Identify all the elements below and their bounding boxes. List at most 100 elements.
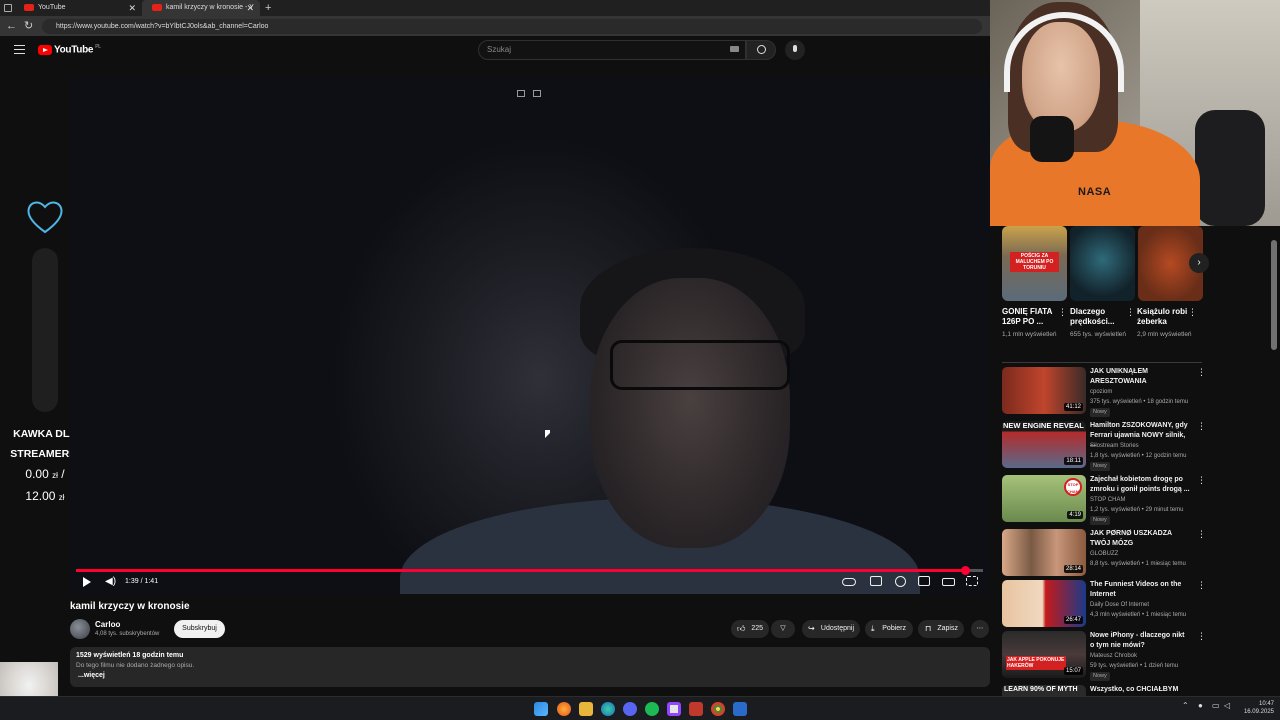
settings-gear-icon[interactable] (895, 576, 906, 587)
video-title[interactable]: Zajechał kobietom drogę po zmroku i goni… (1090, 475, 1190, 494)
donation-progress-bar (32, 248, 58, 412)
list-item[interactable]: LEARN 90% OF MYTH Wszystko, co CHCIAŁBYM (1002, 685, 1202, 696)
chrome-icon[interactable] (711, 702, 725, 716)
list-item[interactable]: NEW ENGINE REVEAL 18:11 Hamilton ZSZOKOW… (1002, 421, 1206, 471)
short-title[interactable]: Dlaczego prędkości... (1070, 307, 1128, 327)
tab-video[interactable]: kamil krzyczy w kronosie - Y ✕ (142, 0, 260, 16)
mic-tray-icon[interactable]: ● (1198, 701, 1203, 710)
video-thumbnail[interactable]: LEARN 90% OF MYTH (1002, 685, 1086, 696)
video-thumbnail[interactable]: 28:14 (1002, 529, 1086, 576)
chevron-right-icon[interactable]: › (1189, 253, 1209, 273)
subscribe-button[interactable]: Subskrybuj (174, 620, 225, 638)
app-icon[interactable] (689, 702, 703, 716)
show-more-link[interactable]: ...więcej (78, 672, 105, 679)
list-item[interactable]: STOP CHAM 4:19 Zajechał kobietom drogę p… (1002, 475, 1206, 525)
youtube-logo-icon[interactable] (38, 45, 52, 55)
video-title[interactable]: JAK PØRNØ USZKADZA TWÓJ MÓZG (1090, 529, 1190, 548)
play-icon[interactable] (83, 577, 91, 587)
more-vert-icon[interactable]: ⋮ (1058, 307, 1067, 318)
start-icon[interactable] (534, 702, 548, 716)
list-item[interactable]: JAK APPLE POKONUJE HAKERÓW 15:07 Nowe iP… (1002, 631, 1206, 681)
screenshot-icon[interactable] (533, 90, 541, 97)
video-title[interactable]: JAK UNIKNĄŁEM ARESZTOWANIA (1090, 367, 1190, 386)
steam-icon[interactable] (733, 702, 747, 716)
list-item[interactable]: 28:14 JAK PØRNØ USZKADZA TWÓJ MÓZG GLOBU… (1002, 529, 1206, 579)
video-thumbnail[interactable]: 26:47 (1002, 580, 1086, 627)
scrollbar-thumb[interactable] (1271, 240, 1277, 350)
bookmark-icon: ⊓ (925, 624, 932, 633)
file-explorer-icon[interactable] (579, 702, 593, 716)
discord-icon[interactable] (623, 702, 637, 716)
scrollbar[interactable] (1271, 228, 1277, 688)
volume-icon[interactable]: ◀) (105, 577, 116, 587)
theater-mode-icon[interactable] (942, 578, 955, 586)
new-tab-button[interactable]: + (265, 0, 271, 16)
channel-avatar[interactable] (70, 619, 90, 639)
back-icon[interactable]: ← (6, 19, 17, 33)
more-vert-icon[interactable]: ⋮ (1197, 529, 1206, 540)
duration-badge: 18:11 (1064, 457, 1083, 465)
video-progress-bar[interactable] (76, 566, 983, 575)
more-vert-icon[interactable]: ⋮ (1197, 580, 1206, 591)
more-vert-icon[interactable]: ⋮ (1197, 421, 1206, 432)
obs-icon[interactable] (667, 702, 681, 716)
menu-icon[interactable] (14, 45, 25, 54)
video-thumbnail[interactable]: JAK APPLE POKONUJE HAKERÓW 15:07 (1002, 631, 1086, 678)
more-vert-icon[interactable]: ⋮ (1188, 307, 1197, 318)
download-icon: ⤓ (871, 624, 875, 633)
more-actions-button[interactable]: ⋯ (971, 620, 989, 638)
list-item[interactable]: 41:12 JAK UNIKNĄŁEM ARESZTOWANIA cpoziom… (1002, 367, 1206, 417)
video-player[interactable] (70, 78, 990, 594)
tab-overview-icon[interactable] (4, 4, 12, 12)
tray-chevron-icon[interactable]: ⌃ (1182, 701, 1189, 710)
more-vert-icon[interactable]: ⋮ (1197, 631, 1206, 642)
picture-in-picture-icon[interactable] (517, 90, 525, 97)
video-thumbnail[interactable]: 41:12 (1002, 367, 1086, 414)
channel-name[interactable]: cpoziom (1090, 389, 1112, 395)
speaker-icon[interactable]: ◁ (1224, 701, 1230, 710)
short-views: 2,9 mln wyświetleń (1137, 331, 1192, 338)
more-vert-icon[interactable]: ⋮ (1197, 367, 1206, 378)
subtitles-icon[interactable] (870, 576, 882, 586)
short-thumbnail[interactable] (1070, 226, 1135, 301)
short-thumbnail[interactable]: POŚCIG ZA MALUCHEM PO TORUNIU (1002, 226, 1067, 301)
short-title[interactable]: Książulo robi żeberka (1137, 307, 1195, 327)
short-title[interactable]: GONIĘ FIATA 126P PO ... (1002, 307, 1060, 327)
firefox-icon[interactable] (557, 702, 571, 716)
tab-youtube[interactable]: YouTube ✕ (14, 0, 142, 16)
list-item[interactable]: 26:47 The Funniest Videos on the Interne… (1002, 580, 1206, 630)
channel-name[interactable]: Mateusz Chrobok (1090, 653, 1137, 659)
address-bar[interactable]: https://www.youtube.com/watch?v=bYlbtCJ0… (42, 19, 982, 34)
close-tab-icon[interactable]: ✕ (128, 0, 136, 16)
more-vert-icon[interactable]: ⋮ (1126, 307, 1135, 318)
keyboard-icon[interactable] (730, 46, 739, 52)
microphone-icon[interactable] (785, 40, 805, 60)
channel-name[interactable]: STOP CHAM (1090, 497, 1125, 503)
channel-name[interactable]: GLOBUZZ (1090, 551, 1118, 557)
video-title[interactable]: Nowe iPhony - dlaczego nikt o tym nie mó… (1090, 631, 1190, 650)
fullscreen-icon[interactable] (966, 576, 978, 586)
search-input[interactable]: Szukaj (478, 40, 746, 60)
autoplay-toggle[interactable] (842, 578, 856, 586)
channel-name[interactable]: Carloo (95, 620, 120, 629)
edge-icon[interactable] (601, 702, 615, 716)
country-code: PL (95, 44, 101, 50)
system-clock[interactable]: 10:47 16.09.2025 (1234, 700, 1274, 716)
spotify-icon[interactable] (645, 702, 659, 716)
scrubber-handle[interactable] (960, 566, 970, 575)
description-box[interactable]: 1529 wyświetleń 18 godzin temu Do tego f… (70, 647, 990, 687)
reload-icon[interactable]: ↻ (24, 19, 33, 33)
video-title[interactable]: The Funniest Videos on the Internet (1090, 580, 1190, 599)
video-thumbnail[interactable]: NEW ENGINE REVEAL 18:11 (1002, 421, 1086, 468)
miniplayer-icon[interactable] (918, 576, 930, 586)
network-icon[interactable]: ▭ (1212, 701, 1220, 710)
video-title[interactable]: Wszystko, co CHCIAŁBYM (1090, 685, 1190, 695)
channel-name[interactable]: Daily Dose Of Internet (1090, 602, 1149, 608)
video-thumbnail[interactable]: STOP CHAM 4:19 (1002, 475, 1086, 522)
youtube-logo-text[interactable]: YouTube PL (54, 44, 101, 55)
channel-name[interactable]: Silostream Stories (1090, 443, 1139, 449)
dislike-button[interactable]: ▽ (771, 620, 795, 638)
more-vert-icon[interactable]: ⋮ (1197, 475, 1206, 486)
search-button[interactable] (746, 40, 776, 60)
close-tab-icon[interactable]: ✕ (246, 0, 254, 16)
